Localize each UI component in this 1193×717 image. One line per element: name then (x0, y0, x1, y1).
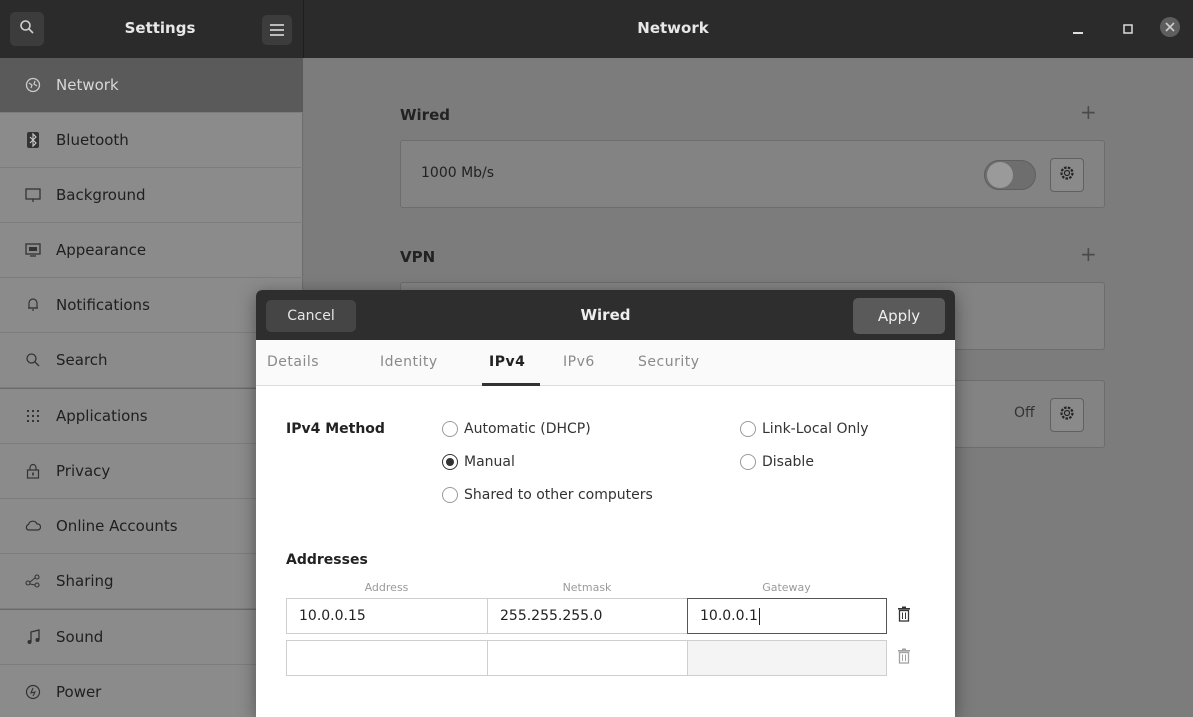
close-icon (1159, 16, 1181, 42)
sidebar-item-label: Applications (56, 407, 148, 425)
grid-icon (24, 407, 42, 425)
netmask-input[interactable] (487, 640, 688, 676)
appearance-icon (24, 241, 42, 259)
radio-label: Link-Local Only (762, 421, 869, 437)
music-note-icon (24, 628, 42, 646)
wired-toggle[interactable] (984, 160, 1036, 190)
tab-identity[interactable]: Identity (380, 354, 438, 370)
radio-label: Manual (464, 454, 515, 470)
menu-button[interactable] (262, 15, 292, 45)
minimize-icon (1072, 20, 1084, 39)
radio-label: Shared to other computers (464, 487, 653, 503)
radio-label: Disable (762, 454, 814, 470)
dialog-tabs: Details Identity IPv4 IPv6 Security (256, 340, 955, 386)
bluetooth-icon (24, 131, 42, 149)
cloud-icon (24, 517, 42, 535)
dialog-title: Wired (580, 306, 631, 324)
active-tab-indicator (482, 383, 540, 386)
maximize-icon (1122, 20, 1134, 39)
sidebar-item-appearance[interactable]: Appearance (0, 223, 303, 278)
plus-icon: + (1080, 242, 1097, 266)
sidebar-item-background[interactable]: Background (0, 168, 303, 223)
column-header-netmask: Netmask (562, 581, 612, 594)
power-icon (24, 683, 42, 701)
netmask-input[interactable]: 255.255.255.0 (487, 598, 688, 634)
ipv4-method-label: IPv4 Method (286, 421, 385, 437)
delete-row-button[interactable] (887, 599, 921, 633)
lock-icon (24, 462, 42, 480)
sidebar-item-label: Notifications (56, 296, 150, 314)
add-wired-button[interactable]: + (1080, 100, 1097, 124)
sidebar-item-label: Online Accounts (56, 517, 178, 535)
add-vpn-button[interactable]: + (1080, 242, 1097, 266)
toggle-knob (987, 162, 1013, 188)
header-bar: Settings Network (0, 0, 1193, 58)
wired-speed: 1000 Mb/s (421, 165, 495, 181)
page-title: Network (637, 19, 709, 37)
wired-section-title: Wired (400, 106, 450, 124)
wired-settings-button[interactable] (1050, 158, 1084, 192)
tab-security[interactable]: Security (638, 354, 700, 370)
hamburger-icon (270, 21, 284, 40)
trash-icon (897, 648, 911, 668)
trash-icon (897, 606, 911, 626)
proxy-status: Off (1014, 405, 1035, 421)
sidebar-item-label: Privacy (56, 462, 111, 480)
settings-title: Settings (124, 19, 196, 37)
gear-icon (1059, 165, 1075, 185)
share-icon (24, 572, 42, 590)
gear-icon (1059, 405, 1075, 425)
delete-row-button[interactable] (887, 641, 921, 675)
radio-label: Automatic (DHCP) (464, 421, 591, 437)
radio-shared[interactable]: Shared to other computers (442, 487, 653, 503)
proxy-settings-button[interactable] (1050, 398, 1084, 432)
minimize-button[interactable] (1066, 17, 1090, 41)
radio-button[interactable] (442, 421, 458, 437)
maximize-button[interactable] (1116, 17, 1140, 41)
text-cursor (758, 607, 760, 625)
sidebar-item-bluetooth[interactable]: Bluetooth (0, 113, 303, 168)
sidebar-item-label: Sound (56, 628, 104, 646)
address-input[interactable] (286, 640, 488, 676)
sidebar-item-label: Search (56, 351, 108, 369)
plus-icon: + (1080, 100, 1097, 124)
radio-automatic[interactable]: Automatic (DHCP) (442, 421, 591, 437)
tab-ipv6[interactable]: IPv6 (563, 354, 595, 370)
sidebar-item-network[interactable]: Network (0, 58, 303, 113)
dialog-header: Cancel Wired Apply (256, 290, 955, 340)
radio-button[interactable] (740, 421, 756, 437)
wired-card: 1000 Mb/s (400, 140, 1105, 208)
sidebar-item-label: Appearance (56, 241, 147, 259)
vpn-section-title: VPN (400, 248, 436, 266)
radio-manual[interactable]: Manual (442, 454, 515, 470)
gateway-input[interactable]: 10.0.0.1 (687, 598, 887, 634)
background-icon (24, 186, 42, 204)
tab-ipv4[interactable]: IPv4 (489, 354, 525, 370)
column-header-address: Address (364, 581, 409, 594)
apply-button[interactable]: Apply (853, 298, 945, 334)
address-input[interactable]: 10.0.0.15 (286, 598, 488, 634)
sidebar-item-label: Power (56, 683, 102, 701)
radio-button[interactable] (740, 454, 756, 470)
tab-details[interactable]: Details (267, 354, 319, 370)
search-icon (24, 351, 42, 369)
radio-link-local[interactable]: Link-Local Only (740, 421, 869, 437)
radio-button[interactable] (442, 487, 458, 503)
close-button[interactable] (1158, 17, 1182, 41)
radio-button[interactable] (442, 454, 458, 470)
gateway-value: 10.0.0.1 (700, 608, 758, 624)
bell-icon (24, 296, 42, 314)
network-icon (24, 76, 42, 94)
column-header-gateway: Gateway (762, 581, 811, 594)
search-icon (19, 19, 35, 39)
radio-disable[interactable]: Disable (740, 454, 814, 470)
sidebar-item-label: Background (56, 186, 146, 204)
search-button[interactable] (10, 12, 44, 46)
wired-dialog: Cancel Wired Apply Details Identity IPv4… (256, 290, 955, 717)
gateway-input[interactable] (687, 640, 887, 676)
addresses-label: Addresses (286, 552, 368, 568)
sidebar-item-label: Bluetooth (56, 131, 129, 149)
sidebar-item-label: Sharing (56, 572, 114, 590)
sidebar-item-label: Network (56, 76, 119, 94)
